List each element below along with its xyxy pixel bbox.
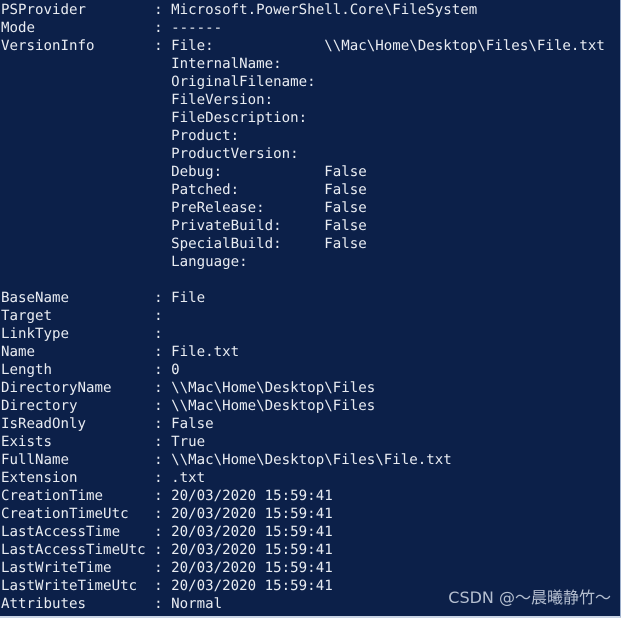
console-output-text: PSProvider : Microsoft.PowerShell.Core\F… <box>1 2 605 612</box>
powershell-console-window[interactable]: PSProvider : Microsoft.PowerShell.Core\F… <box>0 0 621 618</box>
